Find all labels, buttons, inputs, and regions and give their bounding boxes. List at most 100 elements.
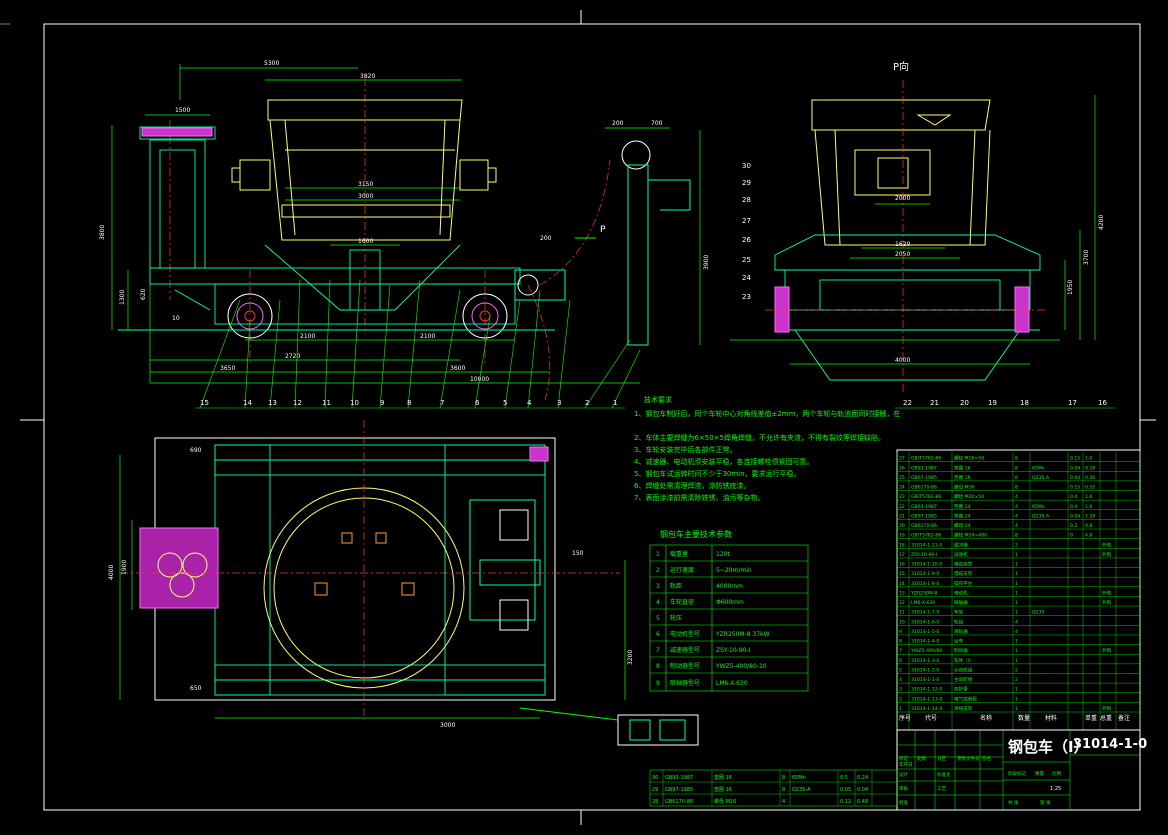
title-block-label: 工艺 bbox=[937, 786, 946, 792]
small-bom-cell: 0.48 bbox=[857, 799, 868, 805]
bom-cell: 9 bbox=[899, 629, 902, 635]
bom-cell: GB/T5782-86 bbox=[911, 494, 941, 500]
bom-cell: 1.6 bbox=[1085, 504, 1092, 510]
bom-cell: 4 bbox=[1015, 513, 1018, 519]
param-cell: YWZ5-400/80-10 bbox=[715, 663, 767, 670]
bom-cell: 1 bbox=[1015, 600, 1018, 606]
bom-cell: 8 bbox=[1015, 465, 1018, 471]
part-number: 17 bbox=[1068, 399, 1077, 407]
param-cell: 7 bbox=[656, 647, 660, 654]
bom-cell: 31014-1-4-0 bbox=[911, 639, 939, 645]
bom-cell: 0.4 bbox=[1070, 504, 1077, 510]
part-number: 10 bbox=[350, 399, 359, 407]
dim-label: 3150 bbox=[358, 181, 373, 188]
part-number: 30 bbox=[742, 162, 751, 170]
bom-cell: 31014-1-14-0 bbox=[911, 706, 942, 712]
bom-cell: 10 bbox=[899, 619, 905, 625]
part-number: 5 bbox=[503, 399, 507, 407]
bom-cell: 0.15 bbox=[1070, 485, 1080, 491]
bom-cell: YWZ5-400/80 bbox=[910, 648, 942, 654]
bom-cell: Q235-A bbox=[1032, 513, 1050, 519]
bom-cell: 31014-1-7-0 bbox=[911, 610, 939, 616]
dim-label: 3820 bbox=[360, 73, 375, 80]
bom-cell: 外购 bbox=[1102, 647, 1112, 654]
bom-cell: 垫圈 16 bbox=[954, 474, 971, 481]
dim-label: 3900 bbox=[703, 255, 710, 270]
bom-cell: 4 bbox=[1015, 504, 1018, 510]
bom-cell: 外购 bbox=[1102, 599, 1112, 606]
part-number: 12 bbox=[293, 399, 302, 407]
bom-cell: 14 bbox=[899, 581, 905, 587]
title-block-label: 比例 bbox=[1052, 770, 1061, 777]
dim-label: 4200 bbox=[1098, 215, 1105, 230]
bom-cell: 轮组 bbox=[954, 618, 964, 625]
cable-drum-plan bbox=[529, 446, 549, 462]
part-number: 4 bbox=[527, 399, 532, 407]
param-cell: 3 bbox=[656, 583, 660, 590]
title-block-label: 更改文件号 bbox=[957, 755, 980, 762]
param-cell: 联轴器型号 bbox=[670, 679, 700, 687]
bom-cell: 螺栓 M16×50 bbox=[954, 455, 984, 462]
bom-cell: 0.15 bbox=[1070, 456, 1080, 462]
part-number: 29 bbox=[742, 179, 751, 187]
bom-cell: 31014-1-3-0 bbox=[911, 658, 939, 664]
bom-cell: 31014-1-10-0 bbox=[911, 562, 942, 568]
dim-label: 620 bbox=[140, 288, 147, 300]
small-bom-cell: 8 bbox=[782, 787, 785, 793]
part-number: 6 bbox=[475, 399, 480, 407]
title-block-label: 处数 bbox=[917, 755, 926, 762]
dim-label: 690 bbox=[190, 447, 202, 454]
dim-label: 5300 bbox=[264, 60, 279, 67]
bom-cell: 0.04 bbox=[1070, 513, 1080, 519]
dim-label: 3650 bbox=[220, 365, 235, 372]
param-table-title: 钢包车主要技术参数 bbox=[660, 529, 732, 539]
bom-cell: GB6170-86 bbox=[911, 523, 937, 529]
bom-cell: 0.52 bbox=[1085, 485, 1095, 491]
bom-cell: 4.8 bbox=[1085, 533, 1092, 539]
bom-cell: 23 bbox=[899, 494, 905, 500]
view-direction-arrow-label: P bbox=[600, 225, 606, 235]
bom-cell: 外购 bbox=[1102, 551, 1112, 558]
bom-cell: 31014-1-11-0 bbox=[911, 542, 942, 548]
bom-cell: Q235-A bbox=[1032, 475, 1050, 481]
bom-cell: 8 bbox=[899, 639, 902, 645]
bom-cell: YZR250M-8 bbox=[910, 590, 938, 596]
bom-cell: 31014-1-2-0 bbox=[911, 667, 939, 673]
bom-cell: GB6170-86 bbox=[911, 485, 937, 491]
bom-cell: 螺栓 M20×50 bbox=[954, 493, 984, 500]
dim-label: 3200 bbox=[627, 650, 634, 665]
bom-cell: 螺母 24 bbox=[954, 522, 971, 529]
part-number: 2 bbox=[585, 399, 589, 407]
bom-cell: 8 bbox=[1015, 475, 1018, 481]
bom-cell: 26 bbox=[899, 465, 905, 471]
part-number: 25 bbox=[742, 256, 751, 264]
dim-label: 3800 bbox=[99, 225, 106, 240]
dim-label: 2100 bbox=[300, 333, 315, 340]
tech-requirement-item: 4、减速器、电动机须安装平稳，各连接螺栓须紧固可靠。 bbox=[634, 457, 813, 466]
bom-cell: 5 bbox=[899, 667, 902, 673]
bom-cell: 31014-1-13-0 bbox=[911, 696, 942, 702]
param-cell: 9 bbox=[656, 680, 660, 687]
bom-cell: LM6-X-630 bbox=[911, 600, 935, 606]
dim-label: 3600 bbox=[450, 365, 465, 372]
part-number: 18 bbox=[1020, 399, 1029, 407]
bom-cell: 缓冲器 bbox=[954, 541, 968, 548]
bom-cell: 台车 bbox=[954, 638, 964, 645]
bom-cell: 制动器 bbox=[954, 647, 968, 654]
bom-cell: 垫圈 24 bbox=[954, 512, 971, 519]
bom-cell: 17 bbox=[899, 552, 905, 558]
bom-cell: 1 bbox=[1015, 687, 1018, 693]
bom-cell: 操作平台 bbox=[954, 580, 973, 587]
part-number: 16 bbox=[1098, 399, 1107, 407]
small-bom-cell: 30 bbox=[652, 775, 658, 781]
bom-cell: Q235 bbox=[1032, 610, 1044, 616]
param-cell: 载重量 bbox=[670, 550, 688, 558]
dim-label: 4000 bbox=[108, 565, 115, 580]
bom-cell: 1 bbox=[1015, 696, 1018, 702]
bom-cell: 0.2 bbox=[1070, 523, 1077, 529]
param-cell: 电动机型号 bbox=[670, 630, 700, 638]
param-cell: 轨距 bbox=[670, 582, 682, 590]
bom-header-cell: 数量 bbox=[1018, 714, 1030, 722]
part-number: 1 bbox=[613, 399, 617, 407]
bom-cell: 2 bbox=[899, 696, 902, 702]
